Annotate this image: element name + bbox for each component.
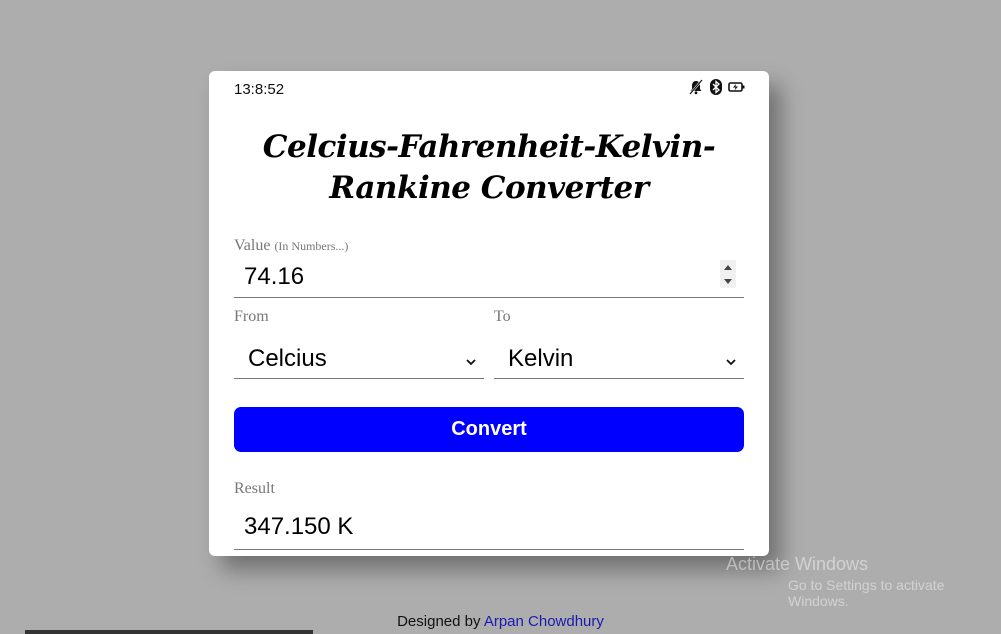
author-link[interactable]: Arpan Chowdhury xyxy=(484,613,604,630)
taskbar-strip xyxy=(25,630,313,634)
footer-prefix: Designed by xyxy=(397,613,481,630)
converter-card: 13:8:52 Celcius-Fahrenheit-Kelvin-Rankin… xyxy=(209,71,769,556)
value-label: Value (In Numbers...) xyxy=(234,237,348,255)
from-label: From xyxy=(234,308,269,325)
battery-charging-icon xyxy=(728,81,745,93)
to-select[interactable]: Kelvin xyxy=(494,337,744,379)
number-spinner[interactable] xyxy=(720,260,736,288)
windows-activation-watermark: Activate Windows Go to Settings to activ… xyxy=(726,554,1001,609)
decrement-arrow-icon[interactable] xyxy=(724,278,732,284)
to-label: To xyxy=(494,308,511,325)
increment-arrow-icon[interactable] xyxy=(724,264,732,270)
page-title: Celcius-Fahrenheit-Kelvin-Rankine Conver… xyxy=(262,129,716,206)
result-value: 347.150 K xyxy=(244,513,354,540)
result-field: 347.150 K xyxy=(234,507,744,550)
value-hint: (In Numbers...) xyxy=(274,239,349,253)
chevron-down-icon xyxy=(466,353,476,371)
watermark-line1: Activate Windows xyxy=(726,554,869,574)
from-select-value: Celcius xyxy=(248,345,327,372)
result-label: Result xyxy=(234,480,275,497)
watermark-line2: Go to Settings to activate Windows. xyxy=(788,577,945,609)
chevron-down-icon xyxy=(726,353,736,371)
convert-button[interactable]: Convert xyxy=(234,407,744,452)
status-time: 13:8:52 xyxy=(234,81,285,98)
from-select[interactable]: Celcius xyxy=(234,337,484,379)
mute-bell-icon xyxy=(688,79,704,95)
value-input[interactable]: 74.16 xyxy=(234,257,744,298)
footer: Designed by Arpan Chowdhury xyxy=(0,613,1001,630)
status-icons xyxy=(688,79,745,95)
value-input-text: 74.16 xyxy=(244,263,305,290)
to-select-value: Kelvin xyxy=(508,345,574,372)
bluetooth-icon xyxy=(710,79,722,95)
value-label-text: Value xyxy=(234,237,271,254)
